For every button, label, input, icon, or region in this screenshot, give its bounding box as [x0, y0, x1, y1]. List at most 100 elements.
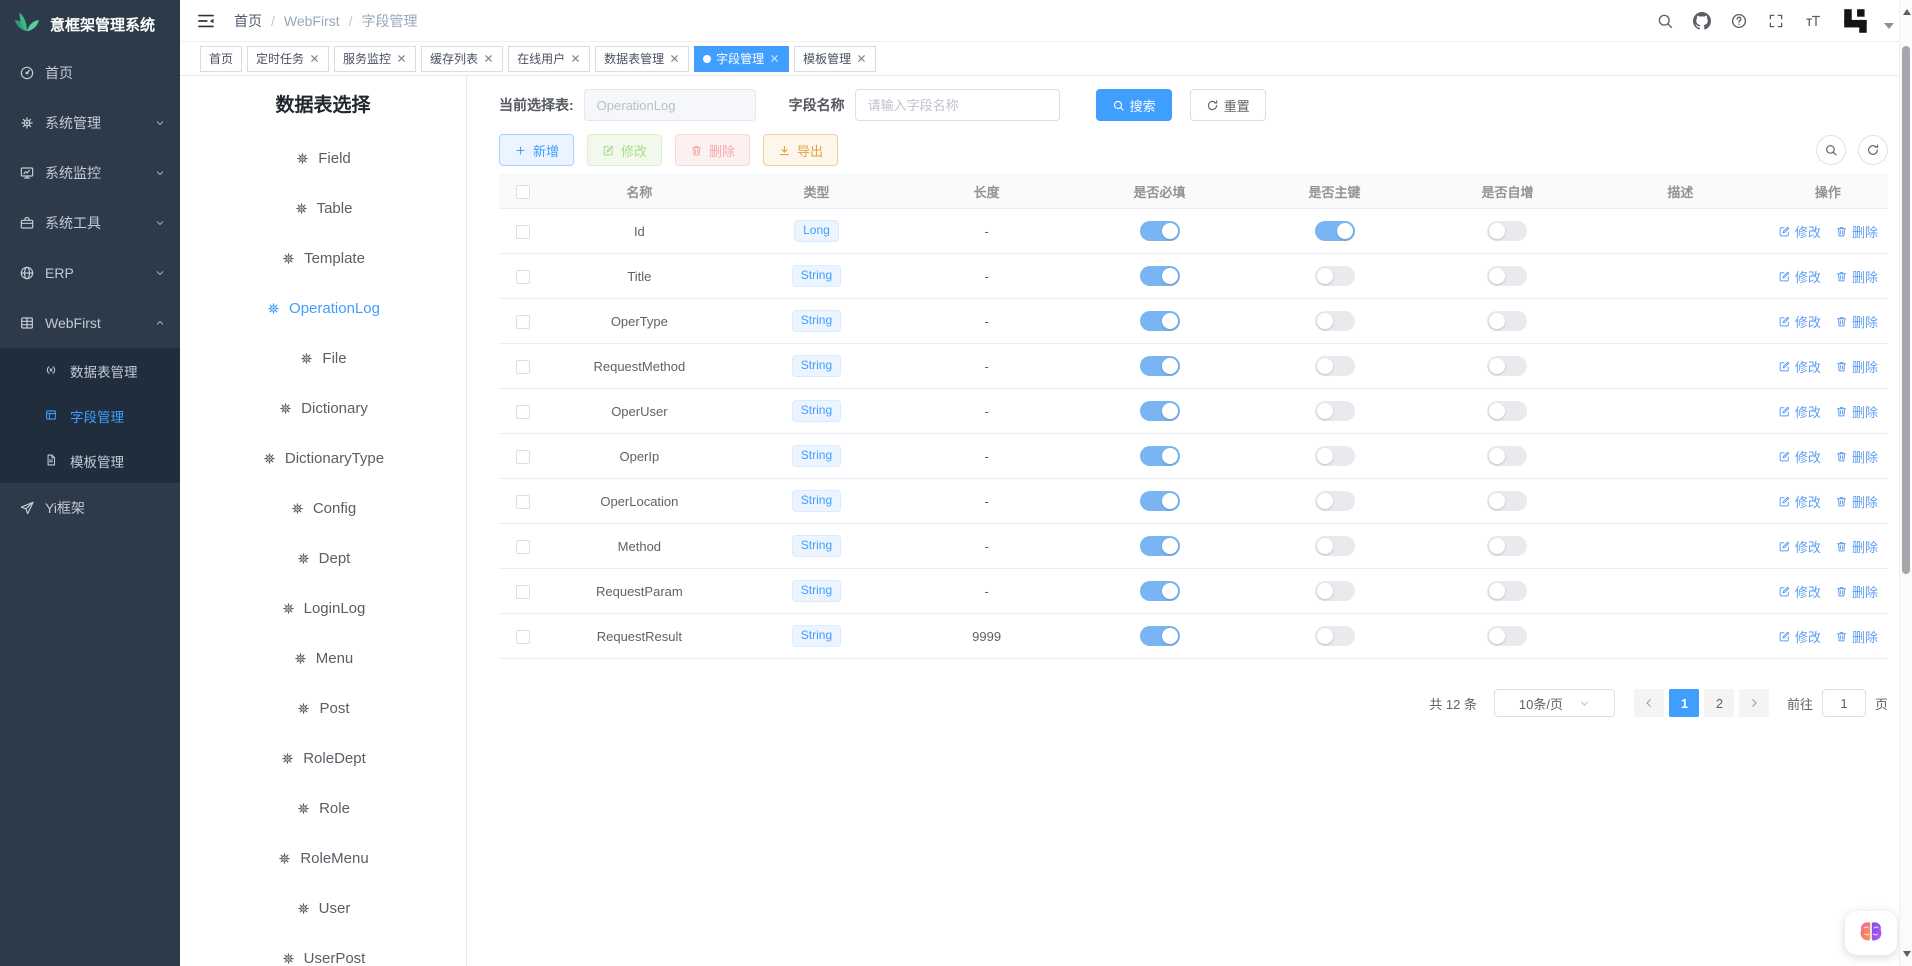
scroll-up-arrow[interactable] — [1903, 9, 1911, 15]
field-name-input[interactable] — [855, 89, 1060, 121]
row-edit-button[interactable]: 修改 — [1778, 312, 1821, 331]
tab-template-management[interactable]: 模板管理 — [794, 46, 876, 72]
fullscreen-icon[interactable] — [1767, 12, 1785, 30]
close-icon[interactable] — [483, 53, 494, 64]
row-checkbox[interactable] — [516, 360, 530, 374]
sidebar-item-system-tools[interactable]: 系统工具 — [0, 198, 180, 248]
increment-toggle[interactable] — [1487, 266, 1527, 286]
breadcrumb-item[interactable]: 首页 — [234, 11, 262, 31]
tab-online-users[interactable]: 在线用户 — [508, 46, 590, 72]
close-icon[interactable] — [669, 53, 680, 64]
primary-toggle[interactable] — [1315, 626, 1355, 646]
search-icon[interactable] — [1656, 12, 1674, 30]
primary-toggle[interactable] — [1315, 221, 1355, 241]
row-delete-button[interactable]: 删除 — [1835, 537, 1878, 556]
reset-button[interactable]: 重置 — [1190, 89, 1266, 121]
show-search-button[interactable] — [1816, 135, 1846, 165]
sidebar-item-yi-framework[interactable]: Yi框架 — [0, 483, 180, 533]
tree-item-DictionaryType[interactable]: DictionaryType — [180, 433, 466, 483]
tree-item-Config[interactable]: Config — [180, 483, 466, 533]
caret-down-icon[interactable] — [1884, 23, 1894, 29]
primary-toggle[interactable] — [1315, 446, 1355, 466]
row-checkbox[interactable] — [516, 540, 530, 554]
sidebar-item-erp[interactable]: ERP — [0, 248, 180, 298]
row-checkbox[interactable] — [516, 495, 530, 509]
sidebar-item-system-monitor[interactable]: 系统监控 — [0, 148, 180, 198]
scrollbar-thumb[interactable] — [1902, 46, 1910, 574]
tree-item-Post[interactable]: Post — [180, 683, 466, 733]
increment-toggle[interactable] — [1487, 356, 1527, 376]
edit-button[interactable]: 修改 — [587, 134, 662, 166]
increment-toggle[interactable] — [1487, 491, 1527, 511]
tree-item-Role[interactable]: Role — [180, 783, 466, 833]
refresh-table-button[interactable] — [1858, 135, 1888, 165]
row-checkbox[interactable] — [516, 270, 530, 284]
row-checkbox[interactable] — [516, 315, 530, 329]
tree-item-Template[interactable]: Template — [180, 233, 466, 283]
row-delete-button[interactable]: 删除 — [1835, 402, 1878, 421]
increment-toggle[interactable] — [1487, 221, 1527, 241]
page-size-select[interactable]: 10条/页 — [1494, 689, 1615, 717]
tree-item-OperationLog[interactable]: OperationLog — [180, 283, 466, 333]
page-button-1[interactable]: 1 — [1669, 689, 1699, 717]
scroll-down-arrow[interactable] — [1903, 951, 1911, 957]
search-button[interactable]: 搜索 — [1096, 89, 1172, 121]
tree-item-Menu[interactable]: Menu — [180, 633, 466, 683]
row-edit-button[interactable]: 修改 — [1778, 402, 1821, 421]
tree-item-LoginLog[interactable]: LoginLog — [180, 583, 466, 633]
row-delete-button[interactable]: 删除 — [1835, 582, 1878, 601]
breadcrumb-item[interactable]: 字段管理 — [362, 11, 418, 31]
increment-toggle[interactable] — [1487, 581, 1527, 601]
row-edit-button[interactable]: 修改 — [1778, 582, 1821, 601]
required-toggle[interactable] — [1140, 221, 1180, 241]
tab-table-management[interactable]: 数据表管理 — [595, 46, 689, 72]
primary-toggle[interactable] — [1315, 581, 1355, 601]
close-icon[interactable] — [396, 53, 407, 64]
row-edit-button[interactable]: 修改 — [1778, 627, 1821, 646]
row-checkbox[interactable] — [516, 405, 530, 419]
sidebar-item-template-management[interactable]: 模板管理 — [0, 438, 180, 483]
primary-toggle[interactable] — [1315, 266, 1355, 286]
row-checkbox[interactable] — [516, 450, 530, 464]
sidebar-item-field-management[interactable]: 字段管理 — [0, 393, 180, 438]
required-toggle[interactable] — [1140, 401, 1180, 421]
select-all-checkbox[interactable] — [516, 185, 530, 199]
tree-item-RoleMenu[interactable]: RoleMenu — [180, 833, 466, 883]
primary-toggle[interactable] — [1315, 401, 1355, 421]
row-edit-button[interactable]: 修改 — [1778, 492, 1821, 511]
required-toggle[interactable] — [1140, 266, 1180, 286]
required-toggle[interactable] — [1140, 626, 1180, 646]
tab-field-management[interactable]: 字段管理 — [694, 46, 789, 72]
tree-item-Table[interactable]: Table — [180, 183, 466, 233]
primary-toggle[interactable] — [1315, 491, 1355, 511]
next-page-button[interactable] — [1739, 689, 1769, 717]
breadcrumb-item[interactable]: WebFirst — [284, 13, 340, 29]
row-checkbox[interactable] — [516, 585, 530, 599]
row-edit-button[interactable]: 修改 — [1778, 222, 1821, 241]
sidebar-item-table-management[interactable]: 数据表管理 — [0, 348, 180, 393]
help-icon[interactable] — [1730, 12, 1748, 30]
add-button[interactable]: 新增 — [499, 134, 574, 166]
required-toggle[interactable] — [1140, 446, 1180, 466]
increment-toggle[interactable] — [1487, 311, 1527, 331]
sidebar-item-webfirst[interactable]: WebFirst — [0, 298, 180, 348]
increment-toggle[interactable] — [1487, 401, 1527, 421]
tab-service-monitor[interactable]: 服务监控 — [334, 46, 416, 72]
row-delete-button[interactable]: 删除 — [1835, 357, 1878, 376]
row-checkbox[interactable] — [516, 225, 530, 239]
close-icon[interactable] — [309, 53, 320, 64]
close-icon[interactable] — [769, 53, 780, 64]
close-icon[interactable] — [570, 53, 581, 64]
tree-item-Dictionary[interactable]: Dictionary — [180, 383, 466, 433]
required-toggle[interactable] — [1140, 581, 1180, 601]
row-delete-button[interactable]: 删除 — [1835, 447, 1878, 466]
font-size-icon[interactable] — [1804, 12, 1822, 30]
sidebar-item-system-admin[interactable]: 系统管理 — [0, 98, 180, 148]
delete-button[interactable]: 删除 — [675, 134, 750, 166]
github-icon[interactable] — [1693, 12, 1711, 30]
avatar[interactable] — [1841, 6, 1871, 36]
increment-toggle[interactable] — [1487, 446, 1527, 466]
row-delete-button[interactable]: 删除 — [1835, 267, 1878, 286]
row-edit-button[interactable]: 修改 — [1778, 537, 1821, 556]
row-edit-button[interactable]: 修改 — [1778, 267, 1821, 286]
